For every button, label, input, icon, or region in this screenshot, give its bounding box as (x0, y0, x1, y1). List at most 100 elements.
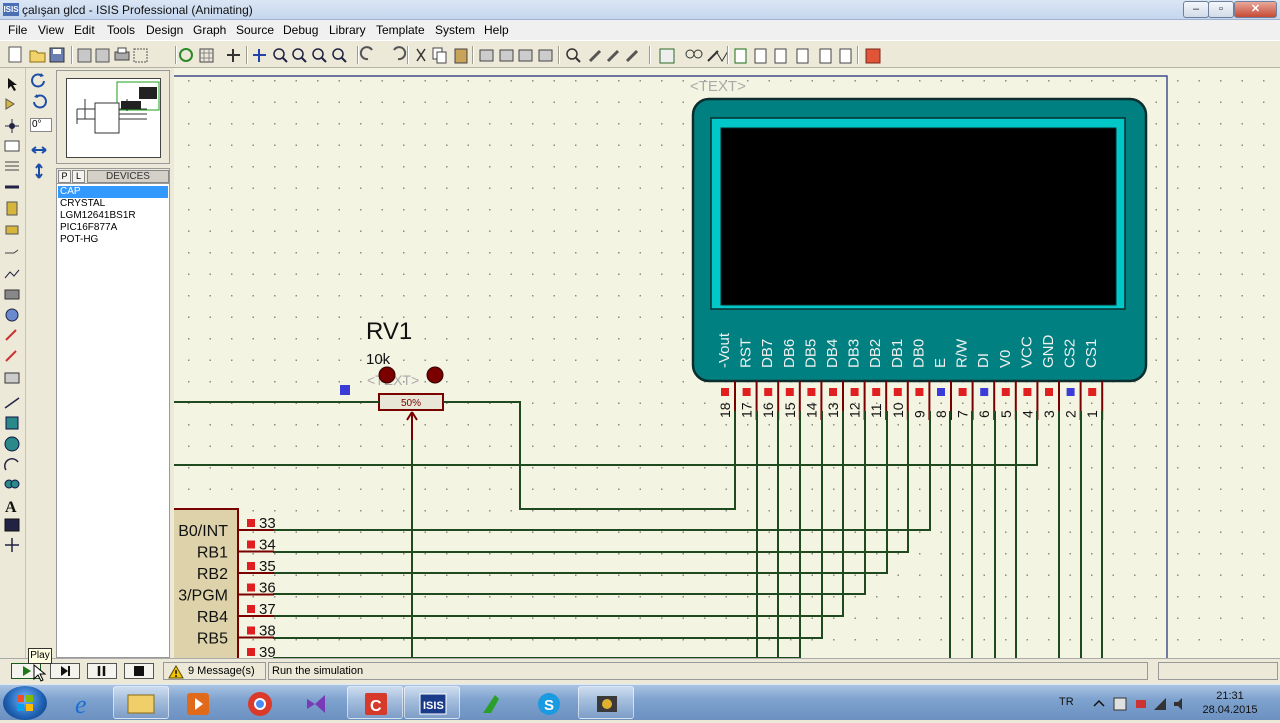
start-button[interactable] (3, 686, 47, 720)
lcd-pin-number: 17 (739, 402, 755, 418)
title-bar: ISIS çalışan glcd - ISIS Professional (A… (0, 0, 1280, 20)
svg-text:A: A (5, 499, 17, 516)
minimize-button[interactable]: ‒ (1183, 1, 1209, 18)
schematic-canvas[interactable]: <TEXT> -Vout 18 RST 17 DB7 16 DB6 15 DB5 14 DB4 13 D… (174, 68, 1280, 658)
taskbar-ie[interactable]: e (57, 686, 113, 719)
lcd-pin-name: DB6 (781, 339, 798, 368)
mcu-pin-name: RB1 (197, 545, 228, 562)
menu-design[interactable]: Design (146, 23, 183, 37)
pause-button[interactable] (87, 663, 117, 679)
green-arrow-icon (483, 695, 499, 713)
device-item-lgm12641bs1r[interactable]: LGM12641BS1R (58, 210, 168, 222)
menu-source[interactable]: Source (236, 23, 274, 37)
menu-template[interactable]: Template (376, 23, 425, 37)
undo-icon (359, 46, 373, 61)
mcu-pin-name: RB2 (197, 566, 228, 583)
coordinate-status (1158, 662, 1278, 680)
svg-text:C: C (370, 698, 382, 715)
lcd-pin-state (893, 388, 902, 396)
language-indicator[interactable]: TR (1059, 696, 1074, 708)
taskbar-green-app[interactable] (462, 686, 518, 719)
lcd-pin-name: VCC (1018, 336, 1035, 368)
device-item-crystal[interactable]: CRYSTAL (58, 198, 168, 210)
play-tooltip: Play (28, 648, 52, 664)
taskbar-recorder[interactable] (578, 686, 634, 719)
component-mode-icon (5, 98, 15, 110)
messages-indicator[interactable]: 9 Message(s) (163, 662, 266, 680)
app-icon: ISIS (3, 3, 19, 16)
block-copy-icon (479, 49, 494, 62)
folder-icon (127, 694, 155, 714)
rotation-toolbar (26, 68, 54, 658)
taskbar-skype[interactable]: S (520, 686, 576, 719)
network-icon (1154, 698, 1166, 710)
library-manager-button[interactable]: L (72, 170, 85, 183)
rotation-angle-field[interactable]: 0° (30, 118, 52, 132)
device-item-pot-hg[interactable]: POT-HG (58, 234, 168, 246)
virtual-instruments-icon (4, 372, 20, 384)
lcd-pin-state (980, 388, 989, 396)
lcd-pin-name: DB3 (846, 339, 863, 368)
taskbar-explorer[interactable] (113, 686, 169, 719)
zoom-all-icon (312, 48, 327, 63)
overview-window[interactable] (56, 70, 170, 164)
maximize-button[interactable]: ▫ (1208, 1, 1234, 18)
menu-view[interactable]: View (38, 23, 64, 37)
menu-library[interactable]: Library (329, 23, 366, 37)
warning-icon (168, 665, 184, 679)
step-button[interactable] (50, 663, 80, 679)
sheet-delete-icon (819, 48, 832, 64)
menu-debug[interactable]: Debug (283, 23, 318, 37)
stop-button[interactable] (124, 663, 154, 679)
box-tool-icon (5, 416, 19, 430)
lcd-text-placeholder: <TEXT> (690, 78, 746, 95)
lcd-pin-number: 15 (782, 402, 798, 418)
lcd-pin-state (958, 388, 967, 396)
pick-from-library-button[interactable]: P (58, 170, 71, 183)
visual-studio-icon (307, 695, 325, 713)
svg-text:ISIS: ISIS (423, 700, 444, 712)
lcd-pin-name: CS1 (1083, 339, 1100, 368)
mcu-pin-number: 39 (259, 644, 276, 658)
menu-file[interactable]: File (8, 23, 27, 37)
taskbar: e C ISIS S TR 21:31 28.04.2015 (0, 684, 1280, 720)
lcd-pin-number: 4 (1019, 410, 1035, 418)
taskbar-chrome[interactable] (231, 686, 287, 719)
netlist-icon (754, 48, 767, 64)
menu-help[interactable]: Help (484, 23, 509, 37)
lcd-pin-name: RST (738, 338, 755, 368)
lcd-screen (720, 127, 1117, 306)
close-button[interactable]: ✕ (1234, 1, 1277, 18)
overview-lcd (139, 87, 157, 99)
text-script-icon (5, 161, 19, 171)
make-device-icon (588, 49, 602, 63)
lcd-pin-state (1045, 388, 1053, 396)
device-item-cap[interactable]: CAP (58, 186, 168, 198)
mcu-pin-state (247, 605, 255, 613)
mode-toolbar: A (0, 68, 26, 658)
lcd-pin-number: 11 (868, 403, 884, 418)
area-icon (133, 48, 148, 63)
taskbar-isis[interactable]: ISIS (404, 686, 460, 719)
copy-icon (432, 47, 447, 64)
taskbar-media[interactable] (170, 686, 226, 719)
menu-tools[interactable]: Tools (107, 23, 135, 37)
lcd-pin-name: E (932, 358, 949, 368)
lcd-pin-number: 1 (1084, 410, 1100, 418)
sheet-zoom-icon (839, 48, 852, 64)
pot-probe-left (378, 366, 396, 384)
device-selector: P L DEVICES CAP CRYSTAL LGM12641BS1R PIC… (56, 168, 170, 658)
clock[interactable]: 21:31 28.04.2015 (1200, 689, 1260, 717)
lcd-pin-state (872, 388, 881, 396)
menu-graph[interactable]: Graph (193, 23, 226, 37)
grid-icon (199, 48, 214, 63)
paste-icon (454, 48, 468, 64)
menu-system[interactable]: System (435, 23, 475, 37)
arc-tool-icon (4, 458, 19, 471)
tray-app-icon (1113, 697, 1127, 711)
wire-autorouter-icon (659, 48, 675, 64)
device-item-pic16f877a[interactable]: PIC16F877A (58, 222, 168, 234)
menu-edit[interactable]: Edit (74, 23, 95, 37)
taskbar-visual-studio[interactable] (288, 686, 344, 719)
taskbar-app-red[interactable]: C (347, 686, 403, 719)
